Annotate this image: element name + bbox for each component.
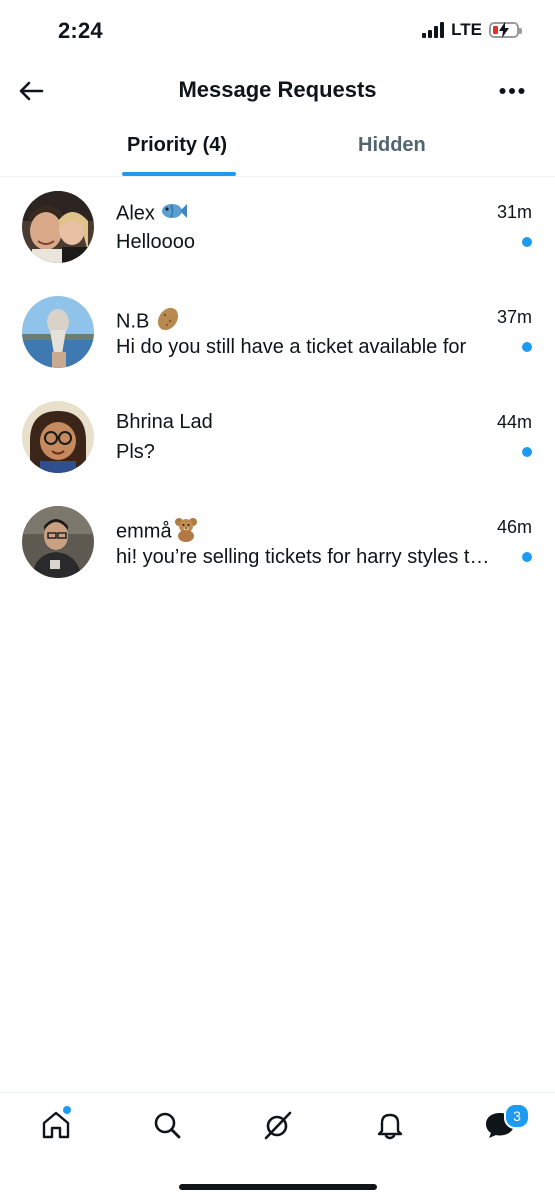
message-time: 31m <box>496 202 532 222</box>
sender-name: Alex <box>116 201 187 227</box>
nav-grok[interactable] <box>258 1105 298 1145</box>
avatar[interactable] <box>22 401 94 473</box>
message-request-row[interactable]: N.B 37m Hi do you still have a ticket av… <box>0 291 555 396</box>
message-preview: hi! you’re selling tickets for harry sty… <box>116 546 498 568</box>
nav-notifications[interactable] <box>370 1105 410 1145</box>
sender-name: Bhrina Lad <box>116 411 213 433</box>
tab-bar: Priority (4) Hidden <box>0 120 555 177</box>
unread-indicator <box>522 342 532 352</box>
top-bar: Message Requests <box>0 64 555 116</box>
more-options-button[interactable] <box>497 76 527 106</box>
network-type: LTE <box>451 20 482 39</box>
message-preview: Hi do you still have a ticket available … <box>116 336 467 358</box>
message-request-row[interactable]: Alex 31m Helloooo <box>0 186 555 291</box>
selected-tab-indicator <box>122 172 236 176</box>
message-time: 46m <box>496 517 532 537</box>
fish-icon <box>161 201 187 227</box>
grok-icon <box>264 1111 292 1140</box>
unread-indicator <box>522 447 532 457</box>
message-preview: Helloooo <box>116 231 195 253</box>
message-preview: Pls? <box>116 441 155 463</box>
page-title: Message Requests <box>178 77 377 102</box>
unread-indicator <box>522 552 532 562</box>
message-request-row[interactable]: Bhrina Lad 44m Pls? <box>0 396 555 501</box>
status-indicators: LTE <box>422 20 522 40</box>
cellular-signal-icon <box>422 22 445 38</box>
message-time: 37m <box>496 307 532 327</box>
message-time: 44m <box>496 412 532 432</box>
search-icon <box>154 1112 181 1139</box>
message-request-row[interactable]: emmå 46m hi! you’re selling tickets for … <box>0 501 555 606</box>
messages-count-badge: 3 <box>504 1103 530 1129</box>
more-horizontal-icon <box>499 88 525 94</box>
sender-name: emmå <box>116 516 199 548</box>
avatar[interactable] <box>22 191 94 263</box>
tab-priority[interactable]: Priority (4) <box>127 134 227 157</box>
teddy-bear-icon <box>173 516 199 548</box>
tab-hidden[interactable]: Hidden <box>358 134 426 157</box>
sender-name: N.B <box>116 306 181 338</box>
status-bar: 2:24 LTE <box>0 0 555 64</box>
home-notification-dot <box>62 1105 72 1115</box>
home-indicator <box>179 1184 377 1190</box>
avatar[interactable] <box>22 296 94 368</box>
status-time: 2:24 <box>58 18 103 43</box>
bell-icon <box>377 1113 403 1140</box>
unread-indicator <box>522 237 532 247</box>
avatar[interactable] <box>22 506 94 578</box>
nav-search[interactable] <box>147 1105 187 1145</box>
battery-icon <box>489 22 522 38</box>
message-request-list: Alex 31m Helloooo N.B 37m Hi do you stil… <box>0 186 555 606</box>
potato-icon <box>155 306 181 338</box>
